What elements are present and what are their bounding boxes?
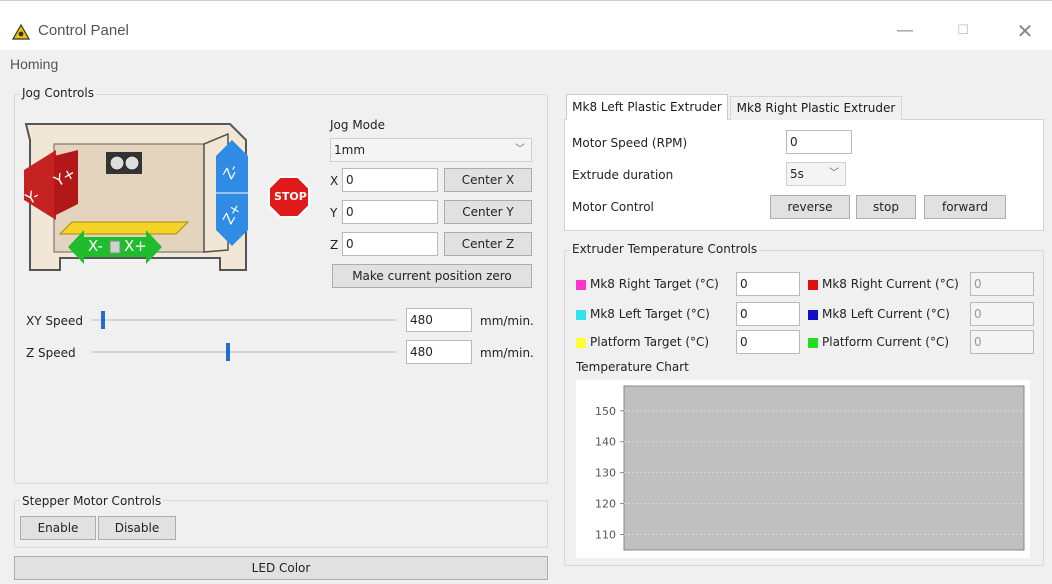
chart-y-tick-label: 130	[595, 467, 616, 480]
led-color-button[interactable]: LED Color	[14, 556, 548, 580]
z-speed-input[interactable]: 480	[406, 340, 472, 364]
extrude-duration-select[interactable]: 5s ﹀	[786, 162, 846, 186]
disable-button[interactable]: Disable	[98, 516, 176, 540]
motor-speed-input[interactable]: 0	[786, 130, 852, 154]
chart-y-tick-label: 150	[595, 405, 616, 418]
xy-speed-thumb[interactable]	[101, 311, 106, 329]
extrude-duration-value: 5s	[790, 167, 804, 181]
x-minus-label[interactable]: X-	[88, 237, 103, 255]
jog-mode-value: 1mm	[334, 143, 366, 157]
z-arrows-icon[interactable]	[214, 140, 250, 246]
chart-y-tick-label: 110	[595, 529, 616, 542]
window-title: Control Panel	[38, 22, 129, 39]
jog-mode-label: Jog Mode	[330, 118, 386, 132]
center-x-button[interactable]: Center X	[444, 168, 532, 192]
chart-y-tick-label: 120	[595, 498, 616, 511]
right-current-swatch	[808, 280, 818, 290]
right-target-label: Mk8 Right Target (°C)	[590, 277, 719, 291]
stop-button[interactable]: stop	[856, 195, 916, 219]
forward-button[interactable]: forward	[924, 195, 1006, 219]
xy-speed-label: XY Speed	[26, 314, 83, 328]
left-current-field: 0	[970, 302, 1034, 326]
x-label: X	[330, 174, 339, 188]
left-current-label: Mk8 Left Current (°C)	[822, 307, 950, 321]
motor-speed-label: Motor Speed (RPM)	[572, 136, 688, 150]
chevron-down-icon: ﹀	[515, 144, 525, 155]
platform-current-field: 0	[970, 330, 1034, 354]
z-label: Z	[330, 238, 339, 252]
xy-speed-unit: mm/min.	[480, 314, 534, 328]
y-label: Y	[330, 206, 338, 220]
xy-speed-track	[92, 319, 396, 321]
platform-target-label: Platform Target (°C)	[590, 335, 710, 349]
stop-sign-label[interactable]: STOP	[274, 190, 307, 203]
menu-bar	[0, 50, 1052, 74]
center-y-button[interactable]: Center Y	[444, 200, 532, 224]
maximize-button[interactable]: ☐	[948, 18, 978, 44]
platform-current-swatch	[808, 338, 818, 348]
right-current-field: 0	[970, 272, 1034, 296]
xy-speed-slider[interactable]	[92, 310, 396, 330]
z-speed-slider[interactable]	[92, 342, 396, 362]
x-arrows-icon[interactable]	[68, 230, 162, 264]
left-target-input[interactable]: 0	[736, 302, 800, 326]
left-target-swatch	[576, 310, 586, 320]
menu-homing[interactable]: Homing	[10, 56, 58, 72]
temperature-controls-title: Extruder Temperature Controls	[570, 242, 760, 256]
left-current-swatch	[808, 310, 818, 320]
extrude-duration-label: Extrude duration	[572, 168, 674, 182]
left-target-label: Mk8 Left Target (°C)	[590, 307, 710, 321]
chevron-down-icon: ﹀	[829, 168, 839, 179]
xy-speed-input[interactable]: 480	[406, 308, 472, 332]
reverse-button[interactable]: reverse	[770, 195, 850, 219]
z-speed-label: Z Speed	[26, 346, 76, 360]
jog-controls-title: Jog Controls	[20, 86, 96, 100]
minimize-button[interactable]: —	[890, 18, 920, 44]
warning-triangle-icon	[12, 24, 30, 40]
enable-button[interactable]: Enable	[20, 516, 96, 540]
center-z-button[interactable]: Center Z	[444, 232, 532, 256]
x-plus-label[interactable]: X+	[124, 237, 147, 255]
right-target-input[interactable]: 0	[736, 272, 800, 296]
stepper-motor-title: Stepper Motor Controls	[20, 494, 164, 508]
z-speed-unit: mm/min.	[480, 346, 534, 360]
platform-current-label: Platform Current (°C)	[822, 335, 950, 349]
chart-y-tick-label: 140	[595, 436, 616, 449]
y-position-input[interactable]: 0	[342, 200, 438, 224]
tab-left-extruder[interactable]: Mk8 Left Plastic Extruder	[566, 94, 728, 120]
z-position-input[interactable]: 0	[342, 232, 438, 256]
platform-target-swatch	[576, 338, 586, 348]
right-current-label: Mk8 Right Current (°C)	[822, 277, 959, 291]
temperature-chart-title: Temperature Chart	[576, 360, 689, 374]
x-position-input[interactable]: 0	[342, 168, 438, 192]
close-button[interactable]: ✕	[1010, 18, 1040, 44]
jog-mode-select[interactable]: 1mm ﹀	[330, 138, 532, 162]
tab-right-extruder[interactable]: Mk8 Right Plastic Extruder	[730, 96, 902, 120]
temperature-chart-plot: 110 120 130 140 150	[595, 385, 1025, 551]
z-speed-track	[92, 351, 396, 353]
platform-target-input[interactable]: 0	[736, 330, 800, 354]
right-target-swatch	[576, 280, 586, 290]
z-speed-thumb[interactable]	[225, 343, 230, 361]
motor-control-label: Motor Control	[572, 200, 654, 214]
make-position-zero-button[interactable]: Make current position zero	[332, 264, 532, 288]
